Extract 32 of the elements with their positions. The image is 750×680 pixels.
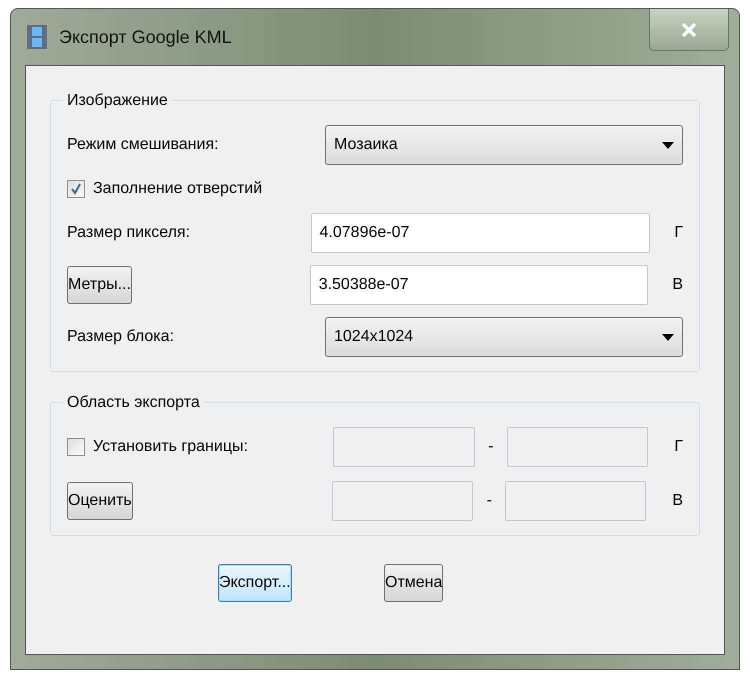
checkbox-label: Заполнение отверстий bbox=[93, 179, 262, 199]
input-field[interactable] bbox=[505, 481, 646, 521]
meters-button[interactable]: Метры... bbox=[67, 266, 132, 304]
unit-label: В bbox=[672, 276, 683, 293]
dropdown-arrow-icon bbox=[662, 334, 674, 340]
input-field[interactable]: 4.07896e-07 bbox=[310, 213, 650, 253]
checkbox[interactable] bbox=[67, 180, 85, 198]
field-label: Размер блока: bbox=[67, 328, 174, 345]
checkbox[interactable] bbox=[67, 438, 85, 456]
window-title: Экспорт Google KML bbox=[59, 26, 232, 49]
checkmark-icon bbox=[70, 183, 82, 195]
dropdown-arrow-icon bbox=[662, 142, 674, 148]
unit-label: Г bbox=[674, 438, 684, 455]
dialog-button[interactable]: Отмена bbox=[384, 564, 444, 602]
dropdown[interactable]: Мозаика bbox=[325, 125, 683, 165]
field-label: Размер пикселя: bbox=[67, 224, 190, 241]
input-field[interactable]: 3.50388e-07 bbox=[310, 265, 648, 305]
dash: - bbox=[486, 492, 492, 509]
close-button[interactable] bbox=[649, 9, 729, 51]
checkbox-label: Установить границы: bbox=[93, 437, 248, 457]
dropdown[interactable]: 1024x1024 bbox=[325, 317, 683, 357]
film-icon bbox=[27, 25, 47, 49]
unit-label: В bbox=[672, 492, 683, 509]
dash: - bbox=[488, 438, 494, 455]
input-field[interactable] bbox=[332, 481, 474, 521]
field-label: Режим смешивания: bbox=[67, 136, 219, 153]
input-field[interactable] bbox=[506, 427, 648, 467]
input-field[interactable] bbox=[333, 427, 475, 467]
estimate-button[interactable]: Оценить bbox=[67, 482, 133, 520]
close-icon bbox=[681, 22, 697, 36]
dialog-button[interactable]: Экспорт... bbox=[218, 564, 292, 602]
unit-label: Г bbox=[674, 224, 683, 241]
